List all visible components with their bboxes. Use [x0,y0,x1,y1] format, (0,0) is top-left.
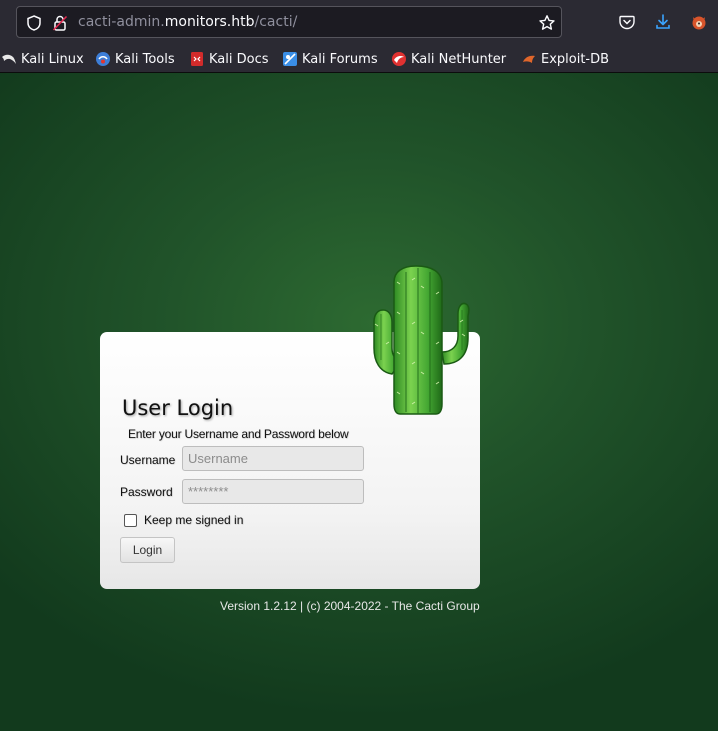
insecure-lock-icon[interactable] [51,14,69,32]
bookmark-label: Kali Docs [209,51,269,67]
kali-tools-icon [96,52,110,66]
bookmark-label: Exploit-DB [541,51,610,67]
bookmark-label: Kali NetHunter [411,51,507,67]
url-prefix: cacti-admin. [78,14,165,30]
login-instructions: Enter your Username and Password below [128,427,349,441]
cacti-logo-icon [373,265,470,415]
bookmark-exploit-db[interactable]: Exploit-DB [521,50,609,68]
password-input[interactable] [182,479,364,504]
cacti-login-page: User Login Enter your Username and Passw… [0,73,718,731]
page-title: User Login [122,396,234,420]
browser-toolbar: cacti-admin.monitors.htb/cacti/ [0,0,718,45]
bookmark-star-icon[interactable] [538,14,556,32]
bookmark-kali-tools[interactable]: Kali Tools [95,50,175,68]
url-bar[interactable]: cacti-admin.monitors.htb/cacti/ [16,6,562,38]
kali-nethunter-icon [392,52,406,66]
bookmark-kali-forums[interactable]: Kali Forums [282,50,378,68]
bookmarks-toolbar: Kali Linux Kali Tools Kali Docs Kali For… [0,45,718,73]
bookmark-label: Kali Tools [115,51,175,67]
url-host: monitors.htb [164,14,255,30]
extension-fox-icon[interactable] [690,13,708,31]
bookmark-label: Kali Linux [21,51,84,67]
username-label: Username [120,453,176,467]
exploit-db-icon [523,55,535,63]
url-path: /cacti/ [254,14,298,30]
username-input[interactable] [182,446,364,471]
kali-dragon-icon [2,54,16,64]
url-text[interactable]: cacti-admin.monitors.htb/cacti/ [78,14,297,30]
shield-icon[interactable] [25,14,43,32]
remember-me-checkbox[interactable] [124,514,137,527]
remember-me-label[interactable]: Keep me signed in [144,513,243,527]
login-button[interactable]: Login [120,537,175,563]
bookmark-label: Kali Forums [302,51,378,67]
bookmark-kali-docs[interactable]: Kali Docs [189,50,269,68]
bookmark-kali-linux[interactable]: Kali Linux [1,50,84,68]
password-label: Password [120,485,173,499]
version-footer: Version 1.2.12 | (c) 2004-2022 - The Cac… [220,599,480,613]
kali-docs-icon [191,52,203,66]
kali-forums-icon [283,52,297,66]
bookmark-kali-nethunter[interactable]: Kali NetHunter [391,50,506,68]
downloads-icon[interactable] [654,13,672,31]
pocket-icon[interactable] [618,13,636,31]
